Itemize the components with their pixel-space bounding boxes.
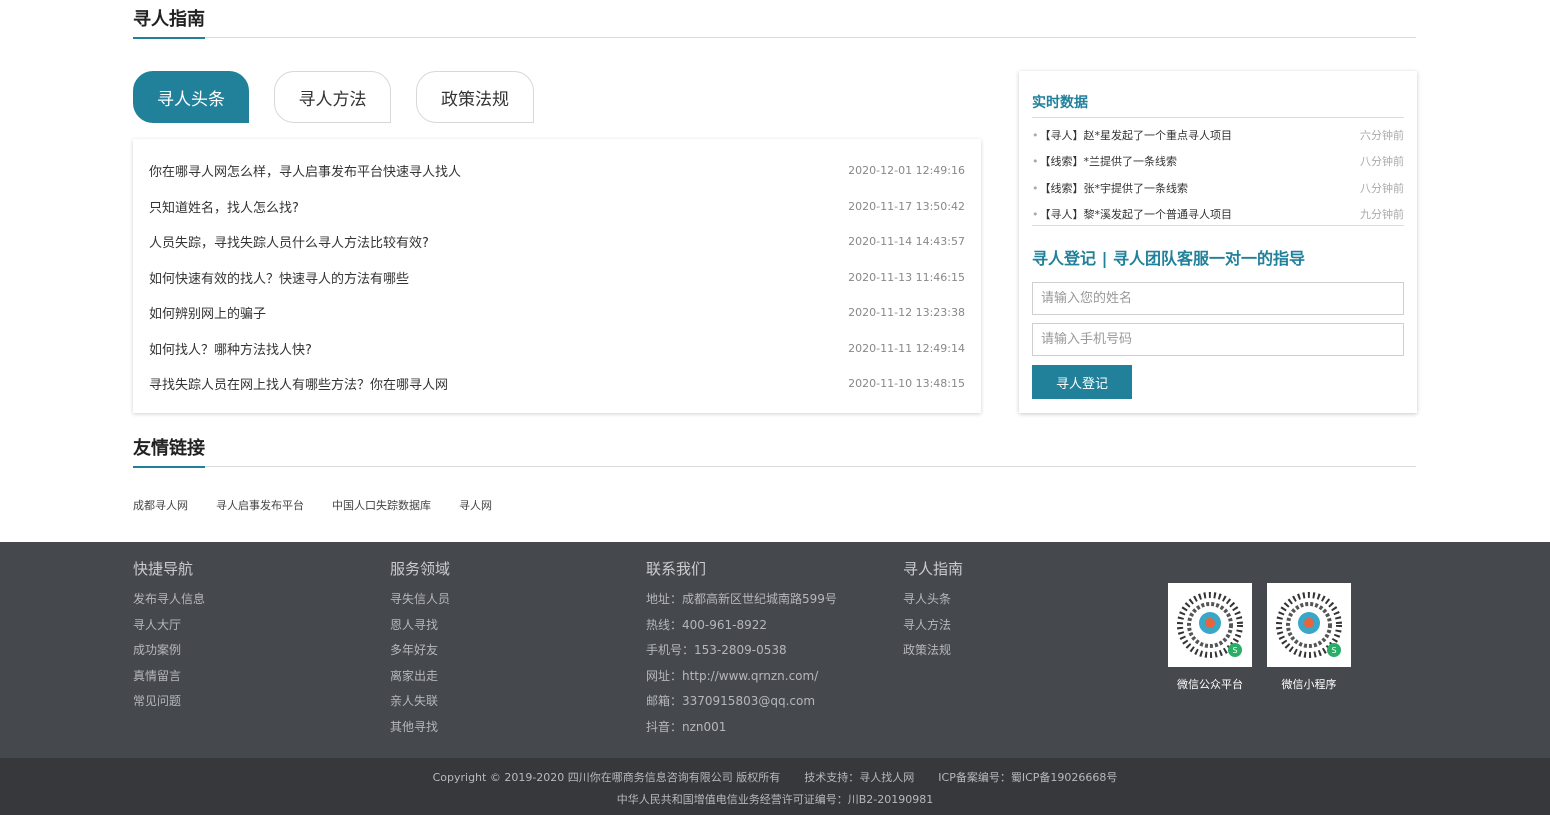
news-item[interactable]: 只知道姓名，找人怎么找? 2020-11-17 13:50:42 bbox=[149, 196, 965, 216]
tab-headlines[interactable]: 寻人头条 bbox=[133, 71, 249, 123]
footer-link[interactable]: 亲人失联 bbox=[390, 689, 450, 715]
qr-label: 微信公众平台 bbox=[1177, 678, 1243, 691]
footer-link[interactable]: 离家出走 bbox=[390, 664, 450, 690]
name-input[interactable] bbox=[1032, 282, 1404, 315]
register-title: 寻人登记 | 寻人团队客服一对一的指导 bbox=[1032, 249, 1305, 268]
realtime-text: 【线索】*兰提供了一条线索 bbox=[1032, 153, 1178, 169]
footer-link[interactable]: 其他寻找 bbox=[390, 715, 450, 741]
news-list: 你在哪寻人网怎么样，寻人启事发布平台快速寻人找人 2020-12-01 12:4… bbox=[133, 139, 981, 413]
qr-label: 微信小程序 bbox=[1281, 678, 1337, 691]
phone-input[interactable] bbox=[1032, 323, 1404, 356]
news-date: 2020-11-14 14:43:57 bbox=[848, 234, 965, 248]
friend-link[interactable]: 成都寻人网 bbox=[133, 497, 188, 513]
news-item[interactable]: 如何辨别网上的骗子 2020-11-12 13:23:38 bbox=[149, 302, 965, 322]
footer-legal: Copyright © 2019-2020 四川你在哪商务信息咨询有限公司 版权… bbox=[0, 769, 1550, 785]
divider bbox=[1032, 225, 1404, 226]
icp-text[interactable]: ICP备案编号：蜀ICP备19026668号 bbox=[938, 771, 1117, 784]
realtime-text: 【寻人】黎*溪发起了一个普通寻人项目 bbox=[1032, 206, 1233, 222]
realtime-time: 六分钟前 bbox=[1360, 129, 1404, 142]
realtime-text: 【寻人】赵*星发起了一个重点寻人项目 bbox=[1032, 127, 1233, 143]
contact-email: 邮箱：3370915803@qq.com bbox=[646, 694, 816, 709]
realtime-item: 【线索】张*宇提供了一条线索 八分钟前 bbox=[1032, 180, 1405, 196]
footer-col-services: 服务领域 寻失信人员 恩人寻找 多年好友 离家出走 亲人失联 其他寻找 bbox=[390, 559, 450, 741]
footer-link[interactable]: 政策法规 bbox=[903, 638, 963, 664]
news-item[interactable]: 如何找人？哪种方法找人快? 2020-11-11 12:49:14 bbox=[149, 338, 965, 358]
footer-heading: 服务领域 bbox=[390, 560, 451, 578]
news-item[interactable]: 如何快速有效的找人？快速寻人的方法有哪些 2020-11-13 11:46:15 bbox=[149, 267, 965, 287]
news-title[interactable]: 如何快速有效的找人？快速寻人的方法有哪些 bbox=[149, 268, 409, 287]
footer-link[interactable]: 发布寻人信息 bbox=[133, 587, 205, 613]
footer-link[interactable]: 成功案例 bbox=[133, 638, 205, 664]
footer-heading: 寻人指南 bbox=[903, 560, 964, 578]
friend-link[interactable]: 寻人网 bbox=[459, 497, 492, 513]
realtime-text: 【线索】张*宇提供了一条线索 bbox=[1032, 180, 1189, 196]
realtime-time: 八分钟前 bbox=[1360, 155, 1404, 168]
footer-col-quicknav: 快捷导航 发布寻人信息 寻人大厅 成功案例 真情留言 常见问题 bbox=[133, 559, 205, 715]
contact-address: 地址：成都高新区世纪城南路599号 bbox=[646, 592, 837, 606]
tab-policies[interactable]: 政策法规 bbox=[416, 71, 534, 123]
footer: 快捷导航 发布寻人信息 寻人大厅 成功案例 真情留言 常见问题 服务领域 寻失信… bbox=[0, 542, 1550, 758]
divider bbox=[1032, 117, 1404, 118]
qr-code-icon: S bbox=[1168, 583, 1252, 667]
realtime-time: 九分钟前 bbox=[1360, 208, 1404, 221]
footer-bottom: Copyright © 2019-2020 四川你在哪商务信息咨询有限公司 版权… bbox=[0, 758, 1550, 815]
footer-link[interactable]: 寻人头条 bbox=[903, 587, 963, 613]
guide-section-header: 寻人指南 bbox=[133, 0, 1416, 39]
news-date: 2020-11-13 11:46:15 bbox=[848, 270, 965, 284]
svg-text:S: S bbox=[1331, 646, 1336, 655]
friends-title: 友情链接 bbox=[133, 438, 205, 468]
qr-code-icon: S bbox=[1267, 583, 1351, 667]
footer-link[interactable]: 寻人方法 bbox=[903, 613, 963, 639]
footer-col-contact: 联系我们 地址：成都高新区世纪城南路599号 热线：400-961-8922 手… bbox=[646, 559, 837, 741]
tab-methods[interactable]: 寻人方法 bbox=[274, 71, 391, 123]
news-date: 2020-11-10 13:48:15 bbox=[848, 376, 965, 390]
news-date: 2020-11-12 13:23:38 bbox=[848, 305, 965, 319]
friend-link[interactable]: 寻人启事发布平台 bbox=[216, 497, 304, 513]
realtime-item: 【线索】*兰提供了一条线索 八分钟前 bbox=[1032, 153, 1405, 169]
news-date: 2020-11-17 13:50:42 bbox=[848, 199, 965, 213]
news-title[interactable]: 你在哪寻人网怎么样，寻人启事发布平台快速寻人找人 bbox=[149, 161, 461, 180]
realtime-title: 实时数据 bbox=[1032, 95, 1088, 111]
contact-douyin: 抖音：nzn001 bbox=[646, 719, 727, 734]
side-panel: 实时数据 【寻人】赵*星发起了一个重点寻人项目 六分钟前 【线索】*兰提供了一条… bbox=[1019, 71, 1417, 413]
news-date: 2020-11-11 12:49:14 bbox=[848, 341, 965, 355]
news-date: 2020-12-01 12:49:16 bbox=[848, 163, 965, 177]
tech-support-text[interactable]: 技术支持：寻人找人网 bbox=[804, 771, 914, 784]
friends-section-header: 友情链接 bbox=[133, 429, 1416, 468]
footer-heading: 联系我们 bbox=[646, 560, 707, 578]
news-item[interactable]: 寻找失踪人员在网上找人有哪些方法？你在哪寻人网 2020-11-10 13:48… bbox=[149, 373, 965, 393]
guide-title: 寻人指南 bbox=[133, 9, 205, 39]
friend-links: 成都寻人网 寻人启事发布平台 中国人口失踪数据库 寻人网 bbox=[133, 497, 492, 513]
footer-link[interactable]: 寻失信人员 bbox=[390, 587, 450, 613]
news-title[interactable]: 如何辨别网上的骗子 bbox=[149, 303, 266, 322]
realtime-item: 【寻人】赵*星发起了一个重点寻人项目 六分钟前 bbox=[1032, 127, 1405, 143]
realtime-time: 八分钟前 bbox=[1360, 182, 1404, 195]
news-title[interactable]: 寻找失踪人员在网上找人有哪些方法？你在哪寻人网 bbox=[149, 374, 448, 393]
register-button[interactable]: 寻人登记 bbox=[1032, 365, 1132, 399]
footer-link[interactable]: 多年好友 bbox=[390, 638, 450, 664]
realtime-item: 【寻人】黎*溪发起了一个普通寻人项目 九分钟前 bbox=[1032, 206, 1405, 222]
footer-link[interactable]: 真情留言 bbox=[133, 664, 205, 690]
contact-hotline: 热线：400-961-8922 bbox=[646, 617, 768, 632]
license-text: 中华人民共和国增值电信业务经营许可证编号：川B2-20190981 bbox=[616, 793, 934, 806]
news-title[interactable]: 如何找人？哪种方法找人快? bbox=[149, 339, 312, 358]
contact-mobile: 手机号：153-2809-0538 bbox=[646, 643, 787, 658]
svg-text:S: S bbox=[1232, 646, 1237, 655]
qr-wechat-miniprogram: S 微信小程序 bbox=[1267, 583, 1351, 692]
contact-website: 网址：http://www.qrnzn.com/ bbox=[646, 668, 819, 683]
qr-wechat-official: S 微信公众平台 bbox=[1168, 583, 1252, 692]
news-item[interactable]: 人员失踪，寻找失踪人员什么寻人方法比较有效? 2020-11-14 14:43:… bbox=[149, 231, 965, 251]
footer-col-guide: 寻人指南 寻人头条 寻人方法 政策法规 bbox=[903, 559, 963, 664]
footer-heading: 快捷导航 bbox=[133, 560, 194, 578]
footer-link[interactable]: 常见问题 bbox=[133, 689, 205, 715]
copyright-text: Copyright © 2019-2020 四川你在哪商务信息咨询有限公司 版权… bbox=[432, 771, 781, 784]
news-item[interactable]: 你在哪寻人网怎么样，寻人启事发布平台快速寻人找人 2020-12-01 12:4… bbox=[149, 160, 965, 180]
footer-link[interactable]: 寻人大厅 bbox=[133, 613, 205, 639]
footer-link[interactable]: 恩人寻找 bbox=[390, 613, 450, 639]
friend-link[interactable]: 中国人口失踪数据库 bbox=[332, 497, 431, 513]
news-title[interactable]: 人员失踪，寻找失踪人员什么寻人方法比较有效? bbox=[149, 232, 429, 251]
news-title[interactable]: 只知道姓名，找人怎么找? bbox=[149, 197, 299, 216]
